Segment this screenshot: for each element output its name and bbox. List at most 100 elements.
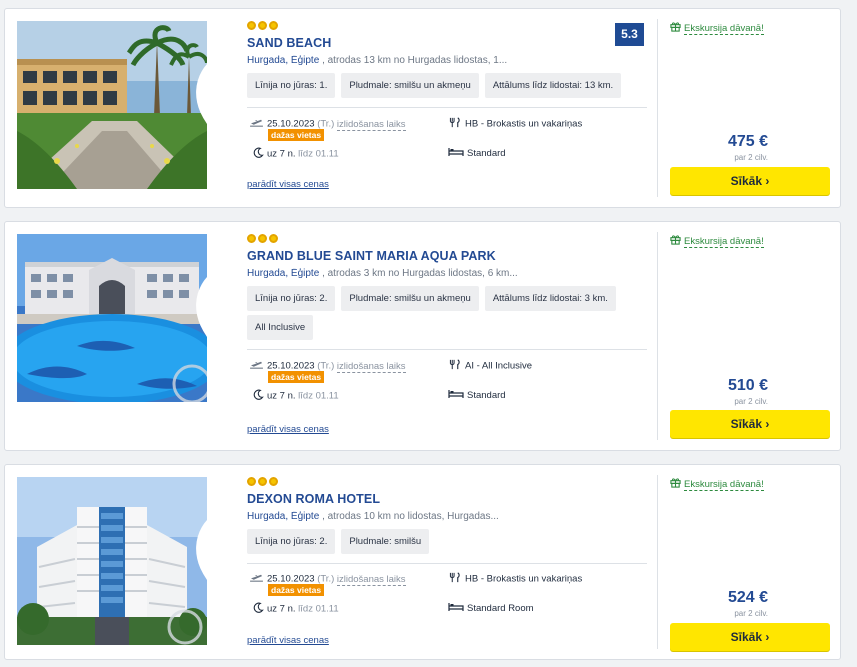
details-button[interactable]: Sīkāk › (670, 623, 830, 651)
departure-time-link[interactable]: izlidošanas laiks (336, 360, 406, 373)
hotel-feature-tags: Līnija no jūras: 2. Pludmale: smilšu (247, 529, 647, 554)
price-per-persons: par 2 cilv. (734, 609, 768, 618)
plane-departure-icon (249, 359, 264, 373)
show-all-prices-link[interactable]: parādīt visas cenas (247, 424, 329, 435)
board-info: AI - All Inclusive (448, 359, 532, 373)
board-info: HB - Brokastis un vakariņas (448, 117, 582, 131)
star-icon (247, 234, 256, 243)
gift-offer-link[interactable]: Ekskursija dāvanā! (670, 21, 764, 35)
heart-outline-icon[interactable] (179, 27, 207, 124)
hotel-stars (247, 21, 647, 32)
hotel-card: DEXON ROMA HOTEL Hurgada, Ēģipte , atrod… (4, 464, 841, 660)
departure-date: 25.10.2023 (267, 118, 315, 130)
hotel-photo[interactable] (17, 234, 207, 402)
duration-info: uz 7 n. līdz 01.11 (253, 389, 339, 403)
few-seats-badge: dažas vietas (268, 129, 325, 141)
hotel-feature-tag: Līnija no jūras: 1. (247, 73, 336, 98)
hotel-name-link[interactable]: GRAND BLUE SAINT MARIA AQUA PARK (247, 249, 647, 263)
divider (247, 349, 647, 350)
plane-departure-icon (249, 572, 264, 586)
room-type: Standard (467, 148, 506, 160)
departure-time-link[interactable]: izlidošanas laiks (336, 118, 406, 131)
gift-offer-text: Ekskursija dāvanā! (684, 22, 764, 35)
room-type: Standard Room (467, 603, 534, 615)
location-detail: , atrodas 3 km no Hurgadas lidostas, 6 k… (322, 268, 518, 279)
hotel-rating-badge: 5.3 (615, 23, 644, 46)
heart-outline-icon[interactable] (179, 240, 207, 337)
divider (657, 19, 658, 197)
room-type: Standard (467, 390, 506, 402)
bed-icon (448, 147, 464, 160)
few-seats-badge: dažas vietas (268, 584, 325, 596)
return-date: līdz 01.11 (298, 148, 339, 160)
show-all-prices-link[interactable]: parādīt visas cenas (247, 635, 329, 646)
departure-date: 25.10.2023 (267, 573, 315, 585)
hotel-card: SAND BEACH Hurgada, Ēģipte , atrodas 13 … (4, 8, 841, 208)
price-per-persons: par 2 cilv. (734, 397, 768, 406)
gift-offer-link[interactable]: Ekskursija dāvanā! (670, 477, 764, 491)
room-info: Standard (448, 147, 506, 160)
price-per-persons: par 2 cilv. (734, 153, 768, 162)
hotel-name-link[interactable]: SAND BEACH (247, 36, 647, 50)
hotel-feature-tag: All Inclusive (247, 315, 314, 340)
details-button[interactable]: Sīkāk › (670, 410, 830, 438)
hotel-photo[interactable] (17, 21, 207, 189)
room-info: Standard (448, 389, 506, 402)
location-link[interactable]: Hurgada, Ēģipte (247, 55, 320, 66)
star-icon (247, 477, 256, 486)
return-date: līdz 01.11 (298, 603, 339, 615)
hotel-feature-tag: Pludmale: smilšu un akmeņu (341, 73, 479, 98)
price: 510 € (727, 377, 768, 394)
departure-date: 25.10.2023 (267, 360, 315, 372)
bed-icon (448, 389, 464, 402)
room-info: Standard Room (448, 602, 534, 615)
show-all-prices-link[interactable]: parādīt visas cenas (247, 179, 329, 190)
gift-offer-text: Ekskursija dāvanā! (684, 478, 764, 491)
nights: uz 7 n. (267, 603, 296, 615)
hotel-feature-tags: Līnija no jūras: 1. Pludmale: smilšu un a… (247, 73, 647, 98)
board-type: AI - All Inclusive (465, 360, 533, 372)
fork-knife-icon (448, 359, 462, 373)
duration-info: uz 7 n. līdz 01.11 (253, 147, 339, 161)
divider (657, 232, 658, 440)
plane-departure-icon (249, 117, 264, 131)
price: 524 € (727, 589, 768, 606)
hotel-feature-tag: Attālums līdz lidostai: 3 km. (484, 286, 616, 311)
gift-offer-link[interactable]: Ekskursija dāvanā! (670, 234, 764, 248)
hotel-name-link[interactable]: DEXON ROMA HOTEL (247, 492, 647, 506)
details-button[interactable]: Sīkāk › (670, 167, 830, 195)
board-type: HB - Brokastis un vakariņas (465, 573, 583, 585)
star-icon (258, 477, 267, 486)
moon-icon (253, 602, 264, 616)
location-detail: , atrodas 10 km no lidostas, Hurgadas... (322, 511, 499, 522)
fork-knife-icon (448, 572, 462, 586)
few-seats-badge: dažas vietas (268, 371, 325, 383)
departure-weekday: (Tr.) (317, 118, 335, 130)
location-detail: , atrodas 13 km no Hurgadas lidostas, 1.… (322, 55, 508, 66)
hotel-card: GRAND BLUE SAINT MARIA AQUA PARK Hurgada… (4, 221, 841, 451)
hotel-location: Hurgada, Ēģipte , atrodas 13 km no Hurga… (247, 55, 647, 66)
departure-weekday: (Tr.) (317, 360, 335, 372)
hotel-stars (247, 234, 647, 245)
star-icon (269, 234, 278, 243)
moon-icon (253, 147, 264, 161)
hotel-feature-tag: Attālums līdz lidostai: 13 km. (484, 73, 622, 98)
departure-time-link[interactable]: izlidošanas laiks (336, 573, 406, 586)
star-icon (258, 21, 267, 30)
hotel-feature-tag: Līnija no jūras: 2. (247, 286, 336, 311)
departure-weekday: (Tr.) (317, 573, 335, 585)
gift-icon (670, 477, 681, 491)
heart-outline-icon[interactable] (179, 483, 207, 580)
star-icon (247, 21, 256, 30)
gift-icon (670, 234, 681, 248)
location-link[interactable]: Hurgada, Ēģipte (247, 511, 320, 522)
hotel-feature-tags: Līnija no jūras: 2. Pludmale: smilšu un a… (247, 286, 647, 340)
board-type: HB - Brokastis un vakariņas (465, 118, 583, 130)
hotel-photo[interactable] (17, 477, 207, 645)
hotel-feature-tag: Līnija no jūras: 2. (247, 529, 336, 554)
hotel-stars (247, 477, 647, 488)
gift-offer-text: Ekskursija dāvanā! (684, 235, 764, 248)
duration-info: uz 7 n. līdz 01.11 (253, 602, 339, 616)
location-link[interactable]: Hurgada, Ēģipte (247, 268, 320, 279)
fork-knife-icon (448, 117, 462, 131)
